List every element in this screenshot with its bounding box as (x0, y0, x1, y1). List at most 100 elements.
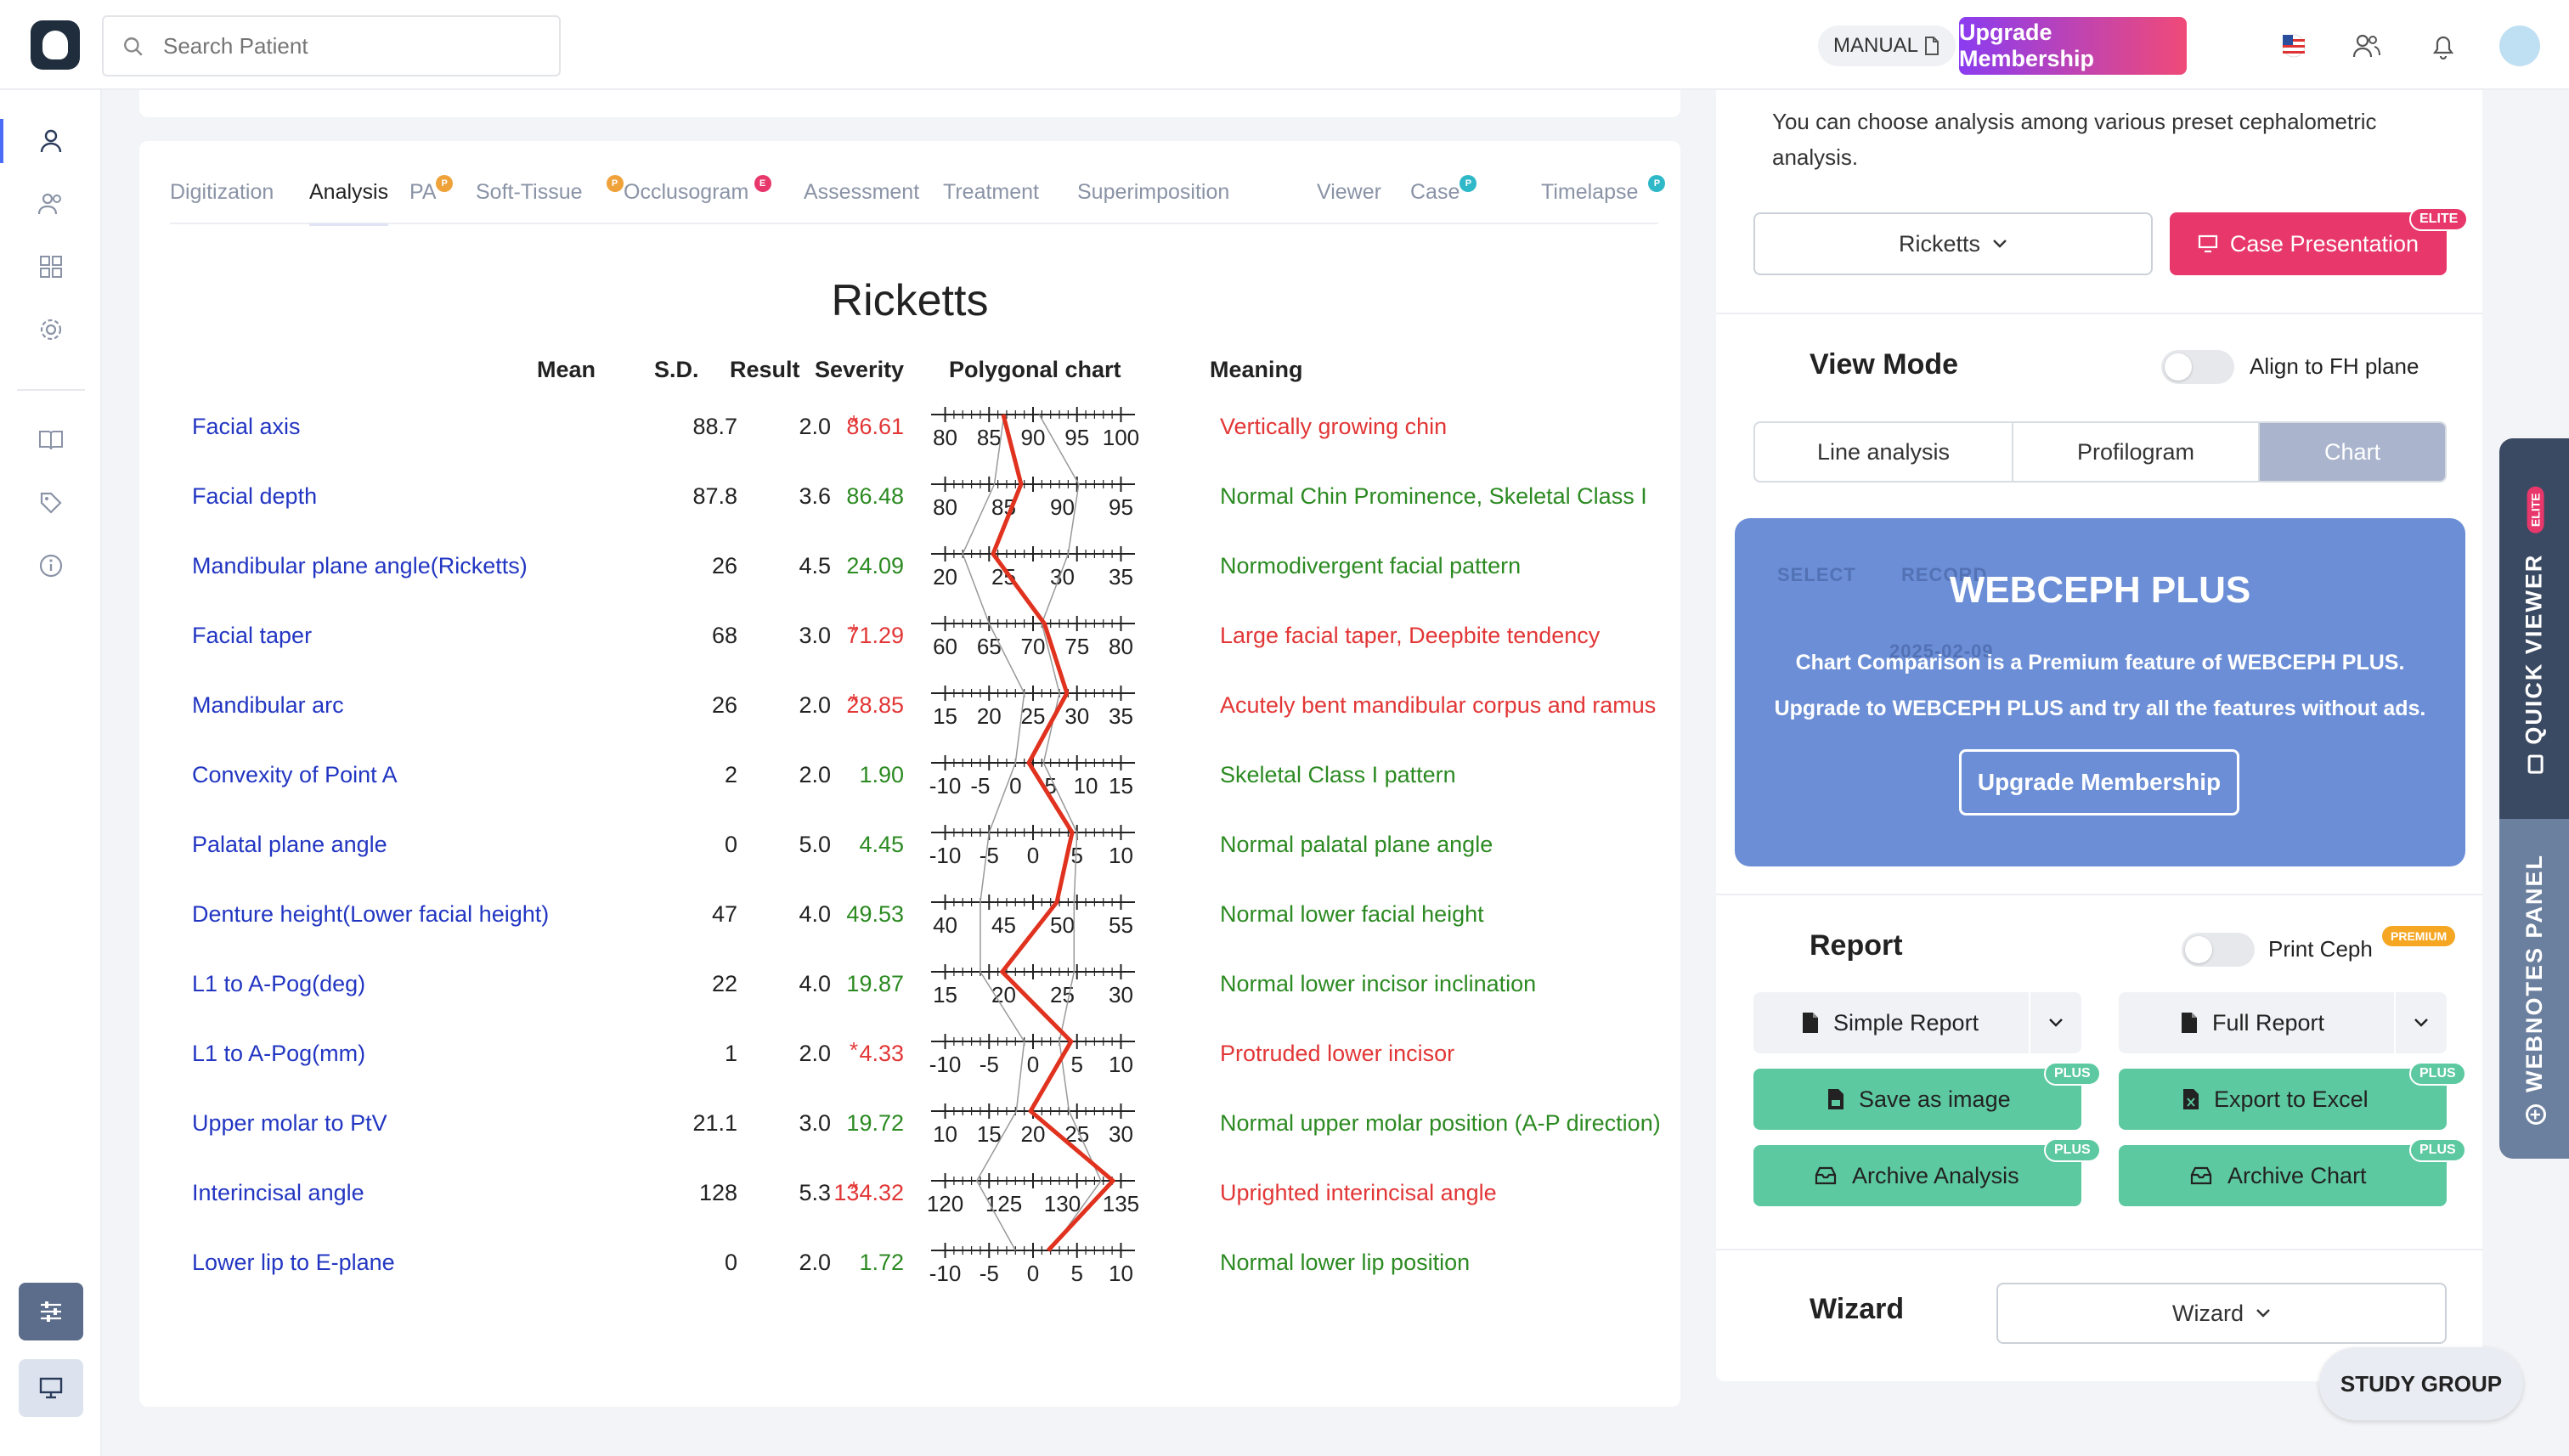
webceph-plus-promo: SELECT RECORD 2025-02-09 WEBCEPH PLUS Ch… (1735, 518, 2465, 866)
save-as-image-button[interactable]: Save as image (1753, 1069, 2081, 1130)
users-icon[interactable] (2352, 31, 2382, 61)
promo-line-1: Chart Comparison is a Premium feature of… (1795, 651, 2405, 674)
grid-icon[interactable] (34, 250, 68, 284)
simple-report-label: Simple Report (1833, 1009, 1979, 1036)
plus-badge: PLUS (2409, 1062, 2466, 1086)
chart-tick-label: 60 (933, 634, 957, 659)
book-icon[interactable] (34, 423, 68, 457)
quick-viewer-tab[interactable]: QUICK VIEWER ELITE (2499, 438, 2569, 819)
archive-chart-button[interactable]: Archive Chart (2119, 1145, 2447, 1206)
measurement-name-link[interactable]: Denture height(Lower facial height) (192, 899, 549, 929)
measurement-name-link[interactable]: Interincisal angle (192, 1177, 364, 1208)
align-fh-toggle[interactable] (2161, 350, 2234, 384)
export-to-excel-button[interactable]: Export to Excel (2119, 1069, 2447, 1130)
tab-soft-tissue[interactable]: Soft-Tissue P (476, 166, 624, 224)
tab-assessment[interactable]: Assessment (804, 166, 919, 224)
tab-pa[interactable]: PA P (409, 166, 454, 224)
top-bar: MANUAL Upgrade Membership (0, 0, 2569, 90)
meaning-text: Normodivergent facial pattern (1220, 553, 1522, 578)
tab-occlusogram[interactable]: Occlusogram E (624, 166, 771, 224)
simple-report-dropdown[interactable] (2029, 992, 2081, 1053)
tab-superimposition[interactable]: Superimposition (1077, 166, 1229, 224)
promo-line-2: Upgrade to WEBCEPH PLUS and try all the … (1774, 697, 2426, 720)
measurement-name-link[interactable]: Mandibular plane angle(Ricketts) (192, 550, 528, 581)
tab-label: Timelapse (1541, 180, 1639, 204)
avatar[interactable] (2499, 25, 2540, 66)
chart-tick-label: -5 (980, 1261, 999, 1286)
archive-icon (1815, 1166, 1837, 1185)
tab-label: Case (1410, 180, 1460, 204)
measurement-name-link[interactable]: L1 to A-Pog(deg) (192, 968, 365, 999)
view-tab-chart[interactable]: Chart (2260, 423, 2445, 481)
display-button[interactable] (19, 1359, 83, 1417)
analysis-select[interactable]: Ricketts (1753, 212, 2153, 275)
tab-label: Soft-Tissue (476, 180, 583, 204)
meaning-text: Normal lower lip position (1220, 1250, 1471, 1275)
search-box[interactable] (102, 15, 561, 76)
logo-mark (42, 31, 68, 59)
tab-analysis[interactable]: Analysis (309, 166, 389, 226)
bell-icon[interactable] (2428, 31, 2459, 61)
sd-value: 2.0 (799, 1041, 831, 1066)
group-icon[interactable] (34, 187, 68, 221)
promo-upgrade-button[interactable]: Upgrade Membership (1959, 749, 2239, 815)
tab-treatment[interactable]: Treatment (943, 166, 1039, 224)
view-tab-profilogram[interactable]: Profilogram (2013, 423, 2260, 481)
full-report-button[interactable]: Full Report (2119, 992, 2447, 1053)
measurement-name-link[interactable]: Lower lip to E-plane (192, 1247, 395, 1278)
header-polygonal-chart: Polygonal chart (949, 357, 1121, 382)
file-icon (1803, 1013, 1818, 1033)
tab-timelapse[interactable]: Timelapse P (1541, 166, 1666, 224)
chart-tick-label: -5 (980, 843, 999, 868)
chart-tick-label: 35 (1109, 703, 1133, 729)
report-title: Report (1810, 929, 1903, 962)
simple-report-button[interactable]: Simple Report (1753, 992, 2081, 1053)
tag-icon[interactable] (34, 486, 68, 520)
upgrade-membership-button[interactable]: Upgrade Membership (1959, 17, 2187, 75)
search-input[interactable] (163, 32, 559, 59)
tab-viewer[interactable]: Viewer (1317, 166, 1381, 224)
measurement-name-link[interactable]: Facial taper (192, 620, 312, 651)
tab-digitization[interactable]: Digitization (170, 166, 274, 224)
case-presentation-button[interactable]: Case Presentation (2170, 212, 2447, 275)
measurement-name-link[interactable]: Convexity of Point A (192, 759, 398, 790)
manual-button[interactable]: MANUAL (1818, 25, 1956, 66)
mean-value: 22 (711, 971, 737, 996)
measurement-name-link[interactable]: Upper molar to PtV (192, 1108, 387, 1138)
archive-analysis-button[interactable]: Archive Analysis (1753, 1145, 2081, 1206)
mean-value: 2 (724, 762, 737, 787)
sd-value: 4.0 (799, 971, 831, 996)
print-ceph-toggle[interactable] (2182, 933, 2255, 967)
adjust-button[interactable] (19, 1283, 83, 1340)
tab-case[interactable]: Case P (1410, 166, 1477, 224)
meaning-text: Normal lower facial height (1220, 901, 1484, 927)
case-presentation-label: Case Presentation (2229, 230, 2419, 257)
patient-icon[interactable] (34, 124, 68, 158)
tab-label: Analysis (309, 180, 389, 204)
info-icon[interactable] (34, 549, 68, 583)
analysis-description: You can choose analysis among various pr… (1772, 109, 2377, 170)
measurement-name-link[interactable]: L1 to A-Pog(mm) (192, 1038, 365, 1069)
result-value: 19.87 (846, 971, 904, 996)
mean-value: 1 (724, 1041, 737, 1066)
measurement-name-link[interactable]: Mandibular arc (192, 690, 344, 720)
meaning-text: Normal upper molar position (A-P directi… (1220, 1110, 1661, 1136)
us-flag-icon[interactable] (2278, 31, 2309, 61)
gear-icon[interactable] (34, 313, 68, 347)
webnotes-panel-tab[interactable]: + WEBNOTES PANEL (2499, 819, 2569, 1159)
promo-title: WEBCEPH PLUS (1949, 569, 2251, 611)
app-logo[interactable] (31, 20, 80, 70)
measurement-name-link[interactable]: Palatal plane angle (192, 829, 387, 860)
sliders-icon (41, 1301, 61, 1322)
tab-badge: P (1648, 175, 1666, 192)
wizard-title: Wizard (1810, 1293, 1905, 1325)
full-report-dropdown[interactable] (2394, 992, 2447, 1053)
measurement-name-link[interactable]: Facial depth (192, 481, 317, 511)
wizard-select[interactable]: Wizard (1996, 1283, 2447, 1344)
chart-tick-label: 0 (1027, 1052, 1039, 1077)
chart-tick-label: 30 (1064, 703, 1089, 729)
view-tab-line-analysis[interactable]: Line analysis (1755, 423, 2013, 481)
measurement-name-link[interactable]: Facial axis (192, 411, 301, 442)
chart-tick-label: 95 (1109, 494, 1133, 520)
study-group-button[interactable]: STUDY GROUP (2319, 1347, 2523, 1420)
